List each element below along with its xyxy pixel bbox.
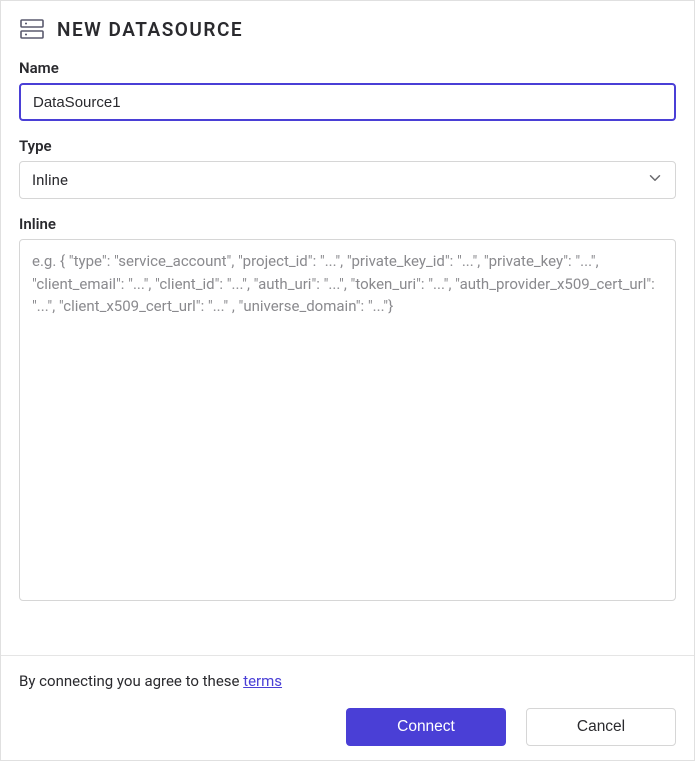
cancel-button[interactable]: Cancel — [526, 708, 676, 746]
inline-textarea[interactable] — [19, 239, 676, 601]
terms-link[interactable]: terms — [243, 672, 282, 690]
type-selected-value: Inline — [32, 171, 68, 189]
panel-footer: By connecting you agree to these terms C… — [1, 655, 694, 760]
name-input[interactable] — [19, 83, 676, 121]
panel-title: NEW DATASOURCE — [57, 18, 243, 41]
form-body: Name Type Inline Inline — [1, 53, 694, 655]
button-row: Connect Cancel — [19, 708, 676, 746]
datasource-icon — [19, 17, 45, 41]
type-select-wrap: Inline — [19, 161, 676, 199]
connect-button[interactable]: Connect — [346, 708, 506, 746]
inline-field: Inline — [19, 215, 676, 645]
new-datasource-panel: NEW DATASOURCE Name Type Inline Inline — [0, 0, 695, 761]
name-field: Name — [19, 59, 676, 121]
type-field: Type Inline — [19, 137, 676, 199]
agreement-text: By connecting you agree to these — [19, 672, 243, 690]
panel-header: NEW DATASOURCE — [1, 1, 694, 53]
name-label: Name — [19, 59, 676, 77]
type-label: Type — [19, 137, 676, 155]
agreement-text-row: By connecting you agree to these terms — [19, 672, 676, 690]
inline-label: Inline — [19, 215, 676, 233]
type-select[interactable]: Inline — [19, 161, 676, 199]
